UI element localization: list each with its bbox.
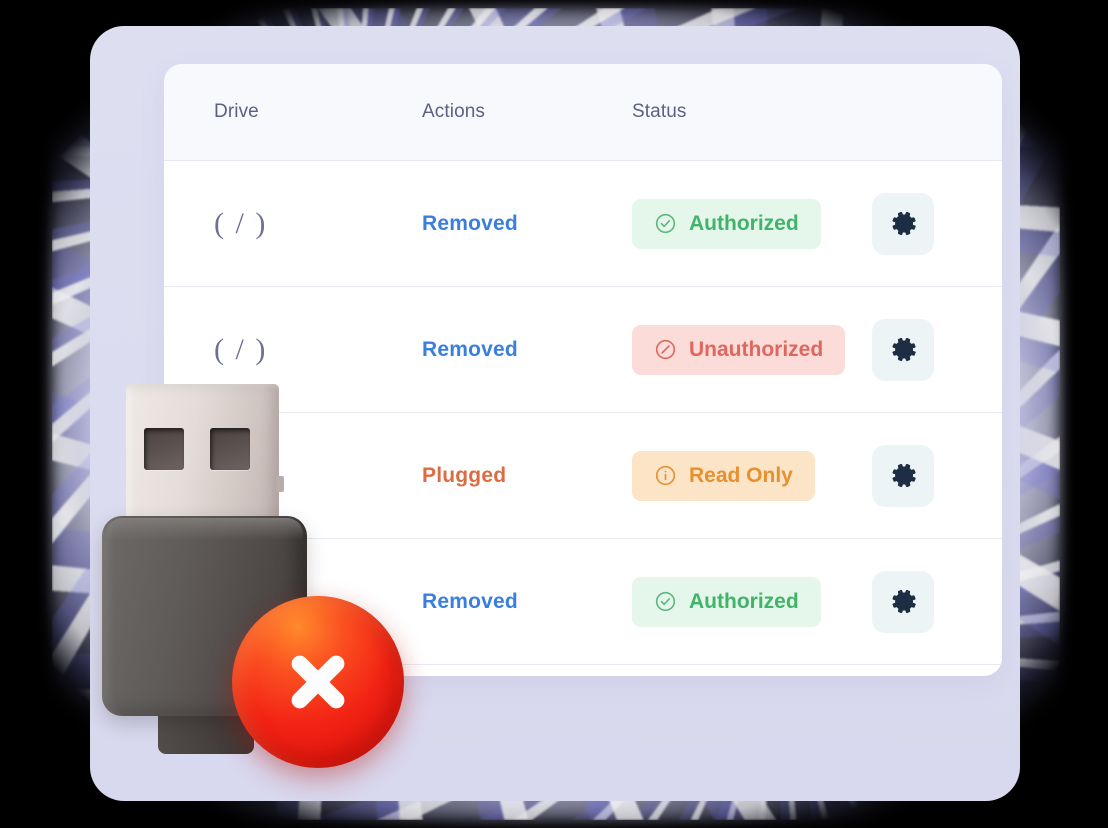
settings-cell [872,444,1002,507]
status-cell: Authorized [632,576,872,627]
check-circle-icon [654,212,677,235]
table-row[interactable]: Plugged Read Only [164,413,1002,539]
action-cell: Removed [422,212,632,236]
drive-table-card: Drive Actions Status ( / ) Removed Autho… [164,64,1002,676]
action-label[interactable]: Removed [422,590,518,614]
gear-icon [889,209,918,238]
gear-icon [889,461,918,490]
status-cell: Unauthorized [632,324,872,375]
settings-cell [872,192,1002,255]
table-row[interactable]: ( / ) Removed Unauthorized [164,287,1002,413]
action-label[interactable]: Removed [422,338,518,362]
table-row[interactable]: Removed Authorized [164,539,1002,665]
column-header-status: Status [632,101,687,122]
status-badge: Authorized [632,576,821,627]
column-header-actions: Actions [422,101,486,122]
info-circle-icon [654,464,677,487]
status-badge: Read Only [632,450,815,501]
settings-button[interactable] [872,192,934,255]
status-cell: Read Only [632,450,872,501]
column-header-drive: Drive [214,101,259,122]
drive-cell: ( / ) [164,207,422,241]
action-label[interactable]: Plugged [422,464,506,488]
table-header-row: Drive Actions Status [164,64,1002,161]
check-circle-icon [654,590,677,613]
table-row[interactable]: ( / ) Removed Authorized [164,161,1002,287]
drive-path-label: ( / ) [214,332,268,366]
prohibited-circle-icon [654,338,677,361]
settings-button[interactable] [872,318,934,381]
status-badge: Unauthorized [632,324,846,375]
action-label[interactable]: Removed [422,212,518,236]
status-cell: Authorized [632,198,872,249]
settings-button[interactable] [872,444,934,507]
drive-cell: ( / ) [164,333,422,367]
settings-cell [872,570,1002,633]
status-badge-label: Authorized [689,211,799,235]
settings-button[interactable] [872,570,934,633]
gear-icon [889,587,918,616]
gear-icon [889,335,918,364]
status-badge-label: Unauthorized [689,337,824,361]
action-cell: Plugged [422,464,632,488]
drive-path-label: ( / ) [214,206,268,240]
action-cell: Removed [422,590,632,614]
settings-cell [872,318,1002,381]
status-badge-label: Read Only [689,463,793,487]
action-cell: Removed [422,338,632,362]
status-badge: Authorized [632,198,821,249]
status-badge-label: Authorized [689,589,799,613]
screenshot-stage: Drive Actions Status ( / ) Removed Autho… [0,0,1108,828]
